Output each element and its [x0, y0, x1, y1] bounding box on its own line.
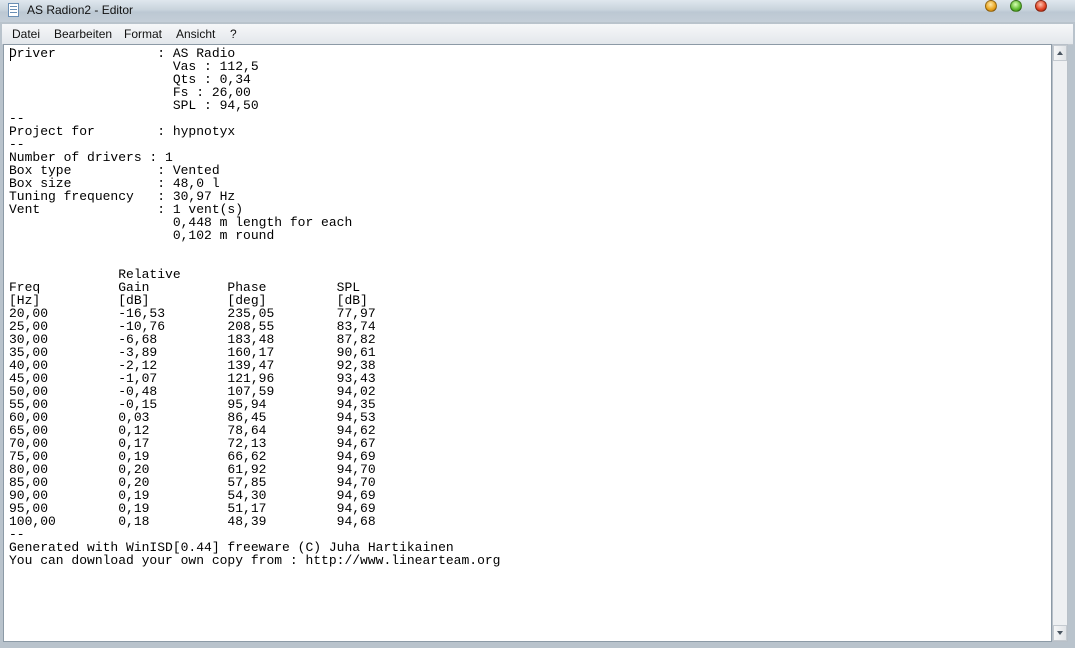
menu-format[interactable]: Format [124, 27, 162, 41]
vertical-scrollbar[interactable] [1052, 44, 1068, 642]
text-editor-area[interactable]: Driver : AS Radio Vas : 112,5 Qts : 0,34… [3, 44, 1052, 642]
scroll-down-button[interactable] [1053, 625, 1067, 641]
title-bar[interactable]: AS Radion2 - Editor [0, 0, 1075, 22]
notepad-icon[interactable] [8, 3, 19, 17]
document-text[interactable]: Driver : AS Radio Vas : 112,5 Qts : 0,34… [9, 47, 500, 567]
close-button[interactable] [1035, 0, 1047, 12]
menu-help[interactable]: ? [230, 27, 237, 41]
menu-bar: Datei Bearbeiten Format Ansicht ? [2, 24, 1073, 45]
minimize-button[interactable] [985, 0, 997, 12]
menu-ansicht[interactable]: Ansicht [176, 27, 215, 41]
menu-datei[interactable]: Datei [12, 27, 40, 41]
arrow-down-icon [1057, 631, 1063, 635]
menu-bearbeiten[interactable]: Bearbeiten [54, 27, 112, 41]
editor-window: AS Radion2 - Editor Datei Bearbeiten For… [0, 0, 1075, 648]
text-caret [10, 48, 11, 61]
scroll-up-button[interactable] [1053, 45, 1067, 61]
window-title: AS Radion2 - Editor [27, 3, 134, 17]
arrow-up-icon [1057, 51, 1063, 55]
scroll-track[interactable] [1053, 61, 1067, 625]
maximize-button[interactable] [1010, 0, 1022, 12]
